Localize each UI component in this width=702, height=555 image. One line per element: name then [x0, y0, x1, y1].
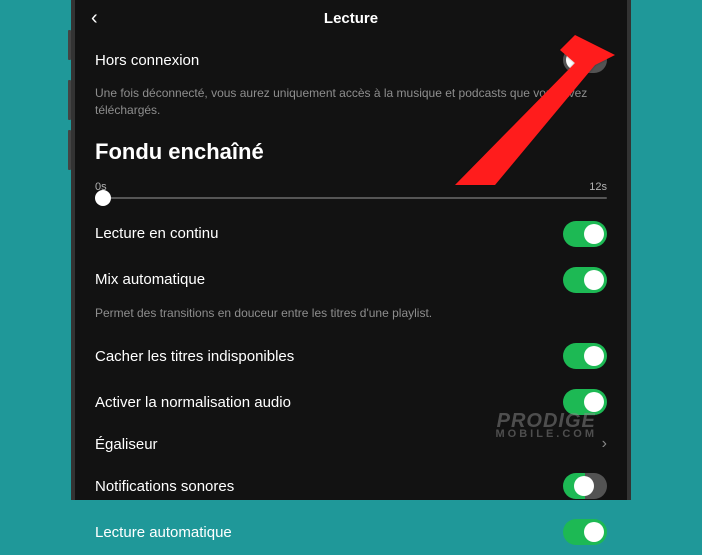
setting-label: Cacher les titres indisponibles — [95, 348, 294, 365]
offline-label: Hors connexion — [95, 52, 199, 69]
slider-thumb[interactable] — [95, 190, 111, 206]
side-button — [68, 80, 71, 120]
crossfade-slider[interactable]: 0s 12s — [75, 173, 627, 211]
offline-description: Une fois déconnecté, vous aurez uniqueme… — [75, 83, 627, 131]
setting-row: Lecture automatique — [75, 509, 627, 555]
setting-label: Lecture en continu — [95, 225, 218, 242]
setting-label: Égaliseur — [95, 436, 158, 453]
setting-row: Cacher les titres indisponibles — [75, 333, 627, 379]
offline-toggle[interactable] — [563, 47, 607, 73]
setting-toggle[interactable] — [563, 343, 607, 369]
row-offline: Hors connexion — [75, 37, 627, 83]
setting-row: Lecture en continu — [75, 211, 627, 257]
setting-label: Mix automatique — [95, 271, 205, 288]
setting-row: Mix automatique — [75, 257, 627, 303]
setting-label: Notifications sonores — [95, 478, 234, 495]
chevron-right-icon[interactable]: › — [602, 435, 607, 453]
setting-description: Permet des transitions en douceur entre … — [75, 303, 627, 334]
crossfade-title: Fondu enchaîné — [75, 131, 627, 173]
setting-row: Égaliseur › — [75, 425, 627, 463]
back-icon[interactable]: ‹ — [91, 7, 98, 30]
header: ‹ Lecture — [75, 0, 627, 37]
side-button — [68, 130, 71, 170]
setting-toggle[interactable] — [563, 519, 607, 545]
setting-row: Activer la normalisation audio — [75, 379, 627, 425]
setting-toggle[interactable] — [563, 473, 607, 499]
setting-row: Notifications sonores — [75, 463, 627, 509]
setting-toggle[interactable] — [563, 389, 607, 415]
setting-label: Lecture automatique — [95, 524, 232, 541]
setting-label: Activer la normalisation audio — [95, 394, 291, 411]
side-button — [68, 30, 71, 60]
setting-toggle[interactable] — [563, 221, 607, 247]
phone-frame: ‹ Lecture Hors connexion Une fois déconn… — [71, 0, 631, 500]
page-title: Lecture — [324, 10, 378, 27]
setting-toggle[interactable] — [563, 267, 607, 293]
slider-max: 12s — [589, 181, 607, 193]
